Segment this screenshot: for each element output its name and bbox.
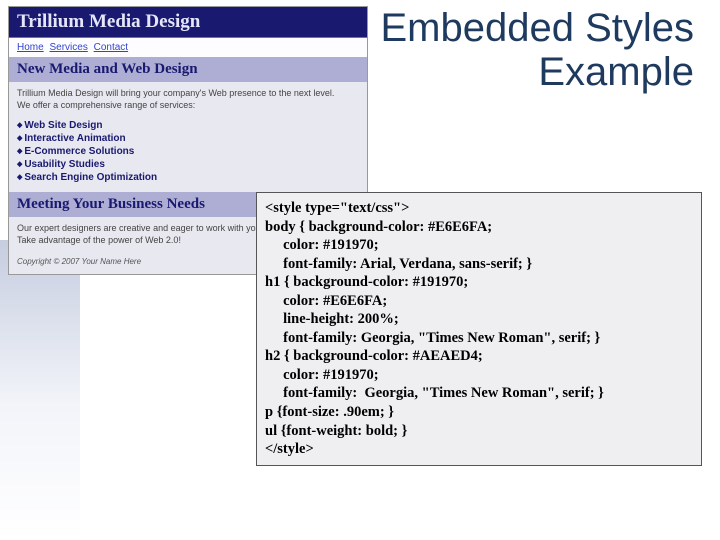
services-list: Web Site Design Interactive Animation E-… <box>9 117 367 192</box>
code-line: color: #E6E6FA; <box>265 293 387 309</box>
code-line: ul {font-weight: bold; } <box>265 423 407 439</box>
code-line: line-height: 200%; <box>265 311 399 327</box>
code-line: font-family: Georgia, "Times New Roman",… <box>265 330 600 346</box>
code-line: color: #191970; <box>265 237 379 253</box>
nav-contact[interactable]: Contact <box>94 42 128 53</box>
code-line: h2 { background-color: #AEAED4; <box>265 348 483 364</box>
heading-new-media: New Media and Web Design <box>9 57 367 82</box>
intro-paragraph: Trillium Media Design will bring your co… <box>9 82 367 117</box>
code-line: </style> <box>265 441 314 457</box>
list-item: Web Site Design <box>17 119 359 132</box>
code-line: body { background-color: #E6E6FA; <box>265 219 492 235</box>
list-item: Search Engine Optimization <box>17 171 359 184</box>
nav-bar: Home Services Contact <box>9 38 367 57</box>
code-line: p {font-size: .90em; } <box>265 404 394 420</box>
list-item: E-Commerce Solutions <box>17 145 359 158</box>
code-line: color: #191970; <box>265 367 379 383</box>
nav-services[interactable]: Services <box>49 42 87 53</box>
slide-title: Embedded Styles Example <box>380 6 694 94</box>
site-title-h1: Trillium Media Design <box>9 7 367 38</box>
code-line: font-family: Arial, Verdana, sans-serif;… <box>265 256 532 272</box>
code-line: <style type="text/css"> <box>265 200 409 216</box>
code-line: h1 { background-color: #191970; <box>265 274 468 290</box>
decorative-gradient <box>0 240 80 540</box>
slide-title-line1: Embedded Styles <box>380 6 694 50</box>
list-item: Interactive Animation <box>17 132 359 145</box>
nav-home[interactable]: Home <box>17 42 44 53</box>
list-item: Usability Studies <box>17 158 359 171</box>
css-code-block: <style type="text/css"> body { backgroun… <box>256 192 702 466</box>
code-line: font-family: Georgia, "Times New Roman",… <box>265 385 604 401</box>
slide-title-line2: Example <box>538 50 694 94</box>
